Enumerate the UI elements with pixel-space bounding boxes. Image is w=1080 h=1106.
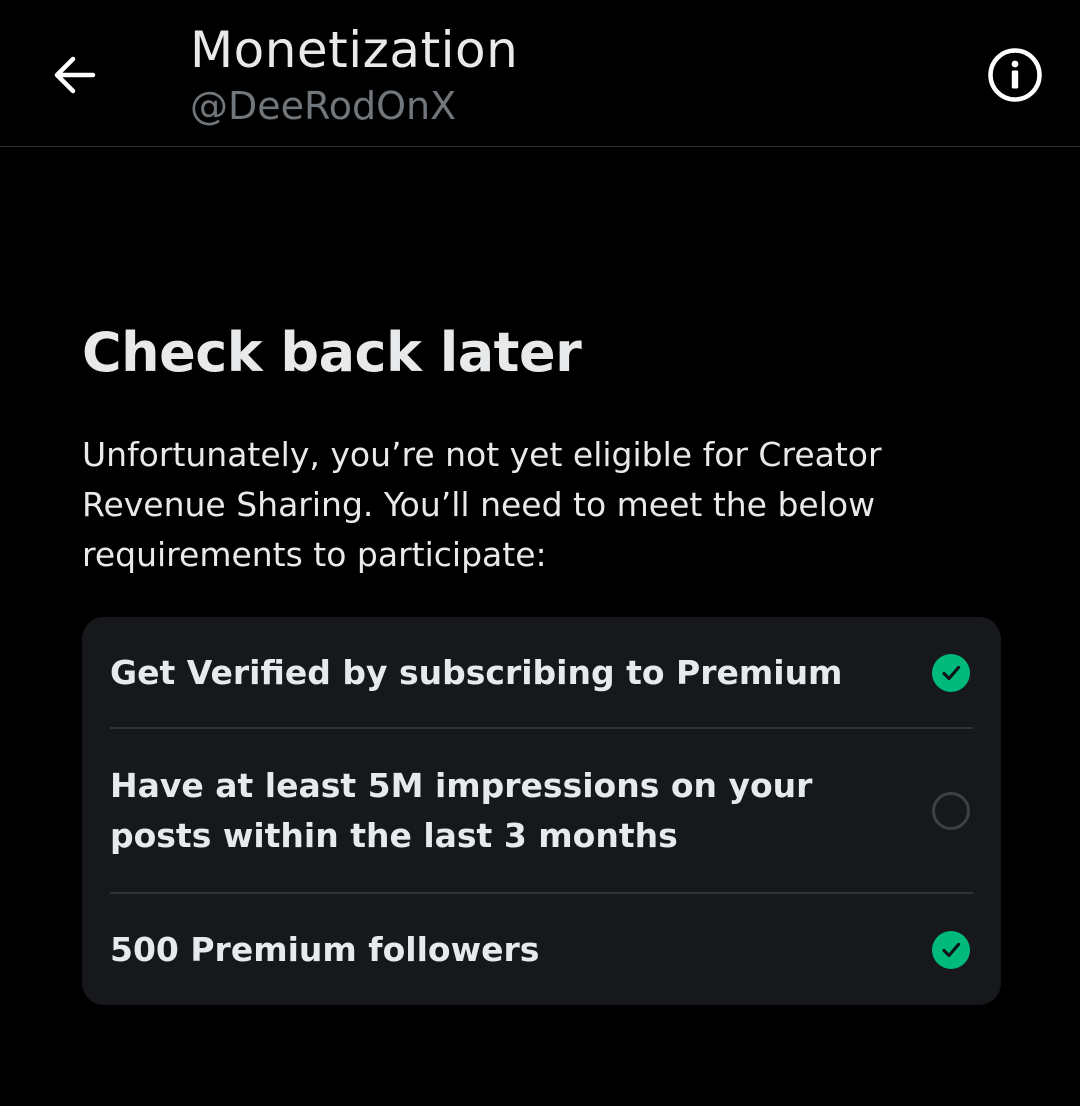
requirement-item: Get Verified by subscribing to Premium [110,617,973,728]
eligibility-description: Unfortunately, you’re not yet eligible f… [82,435,882,574]
title-block: Monetization @DeeRodOnX [190,18,518,130]
requirement-status [931,791,971,831]
requirement-status [931,930,971,970]
back-button[interactable] [44,45,104,105]
requirement-item: Have at least 5M impressions on your pos… [110,729,973,893]
requirement-label: 500 Premium followers [110,929,540,969]
empty-circle-icon [932,792,970,830]
check-circle-icon [932,930,970,969]
account-handle: @DeeRodOnX [190,84,457,128]
requirement-status [931,653,971,693]
requirement-item: 500 Premium followers [110,894,973,1005]
page-title: Monetization [190,21,519,79]
info-icon [988,48,1042,102]
info-button[interactable] [985,45,1045,105]
requirement-label: Have at least 5M impressions on your pos… [110,766,813,855]
eligibility-section: Check back later Unfortunately, you’re n… [82,318,1002,580]
arrow-left-icon [54,56,96,94]
top-bar: Monetization @DeeRodOnX [0,0,1080,147]
requirements-card: Get Verified by subscribing to Premium H… [82,617,1001,1005]
requirement-label: Get Verified by subscribing to Premium [110,652,843,692]
check-circle-icon [932,653,970,692]
section-heading: Check back later [82,321,582,384]
